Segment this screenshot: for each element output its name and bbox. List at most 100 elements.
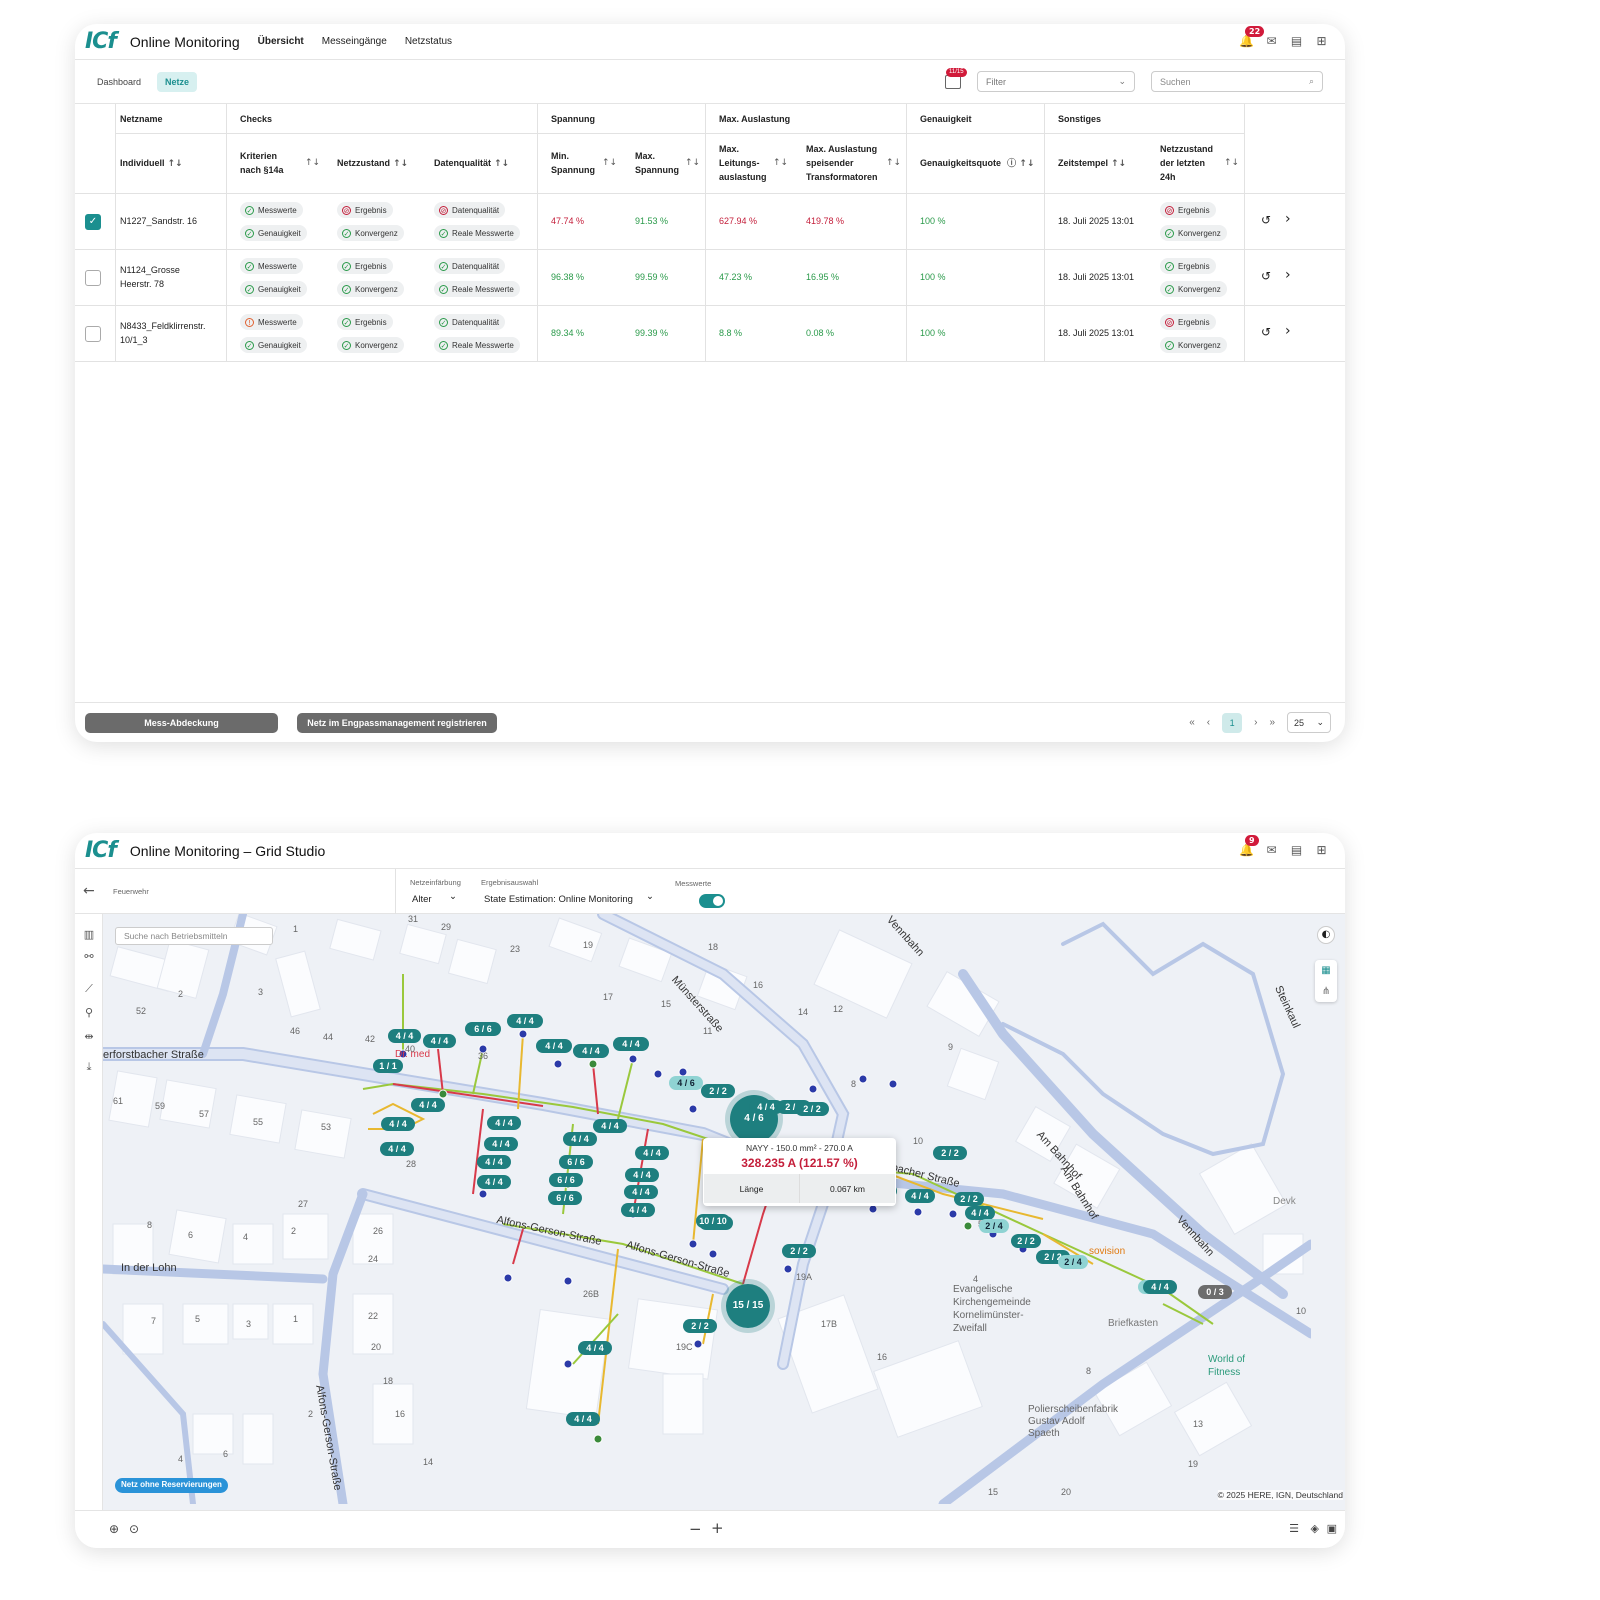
measurement-label[interactable]: 4 / 4 xyxy=(484,1137,518,1151)
mail-icon[interactable]: ✉ xyxy=(1264,33,1279,48)
binoculars-icon[interactable]: ⚯ xyxy=(82,950,96,964)
netzeinfaerbung-select[interactable]: Alter xyxy=(412,894,432,905)
measurement-label[interactable]: 4 / 4 xyxy=(613,1037,649,1051)
chevron-down-icon[interactable]: ⌄ xyxy=(646,891,654,902)
nav-messeingaenge[interactable]: Messeingänge xyxy=(322,36,387,47)
bar-chart-icon[interactable]: ▥ xyxy=(82,928,96,942)
chevron-right-icon[interactable]: › xyxy=(1285,212,1291,226)
measurement-label[interactable]: 4 / 4 xyxy=(621,1203,655,1217)
measurement-label[interactable]: 4 / 4 xyxy=(965,1206,995,1220)
line-chart-icon[interactable]: ⟋ xyxy=(82,982,96,996)
col-kriterien[interactable]: Kriterien nach §14a xyxy=(240,149,284,177)
chevron-right-icon[interactable]: › xyxy=(1285,324,1291,338)
cluster-label[interactable]: 4 / 6 xyxy=(729,1113,779,1124)
measurement-label[interactable]: 6 / 6 xyxy=(548,1191,582,1205)
measurement-label[interactable]: 4 / 4 xyxy=(380,1142,414,1156)
mess-abdeckung-button[interactable]: Mess-Abdeckung xyxy=(85,713,278,733)
measurement-label[interactable]: 4 / 4 xyxy=(635,1146,669,1160)
bell-icon[interactable]: 🔔 9 xyxy=(1239,835,1259,857)
next-page-icon[interactable]: › xyxy=(1254,717,1257,728)
search-input[interactable]: Suchen ⌕ xyxy=(1151,71,1323,92)
measurement-label[interactable]: 4 / 4 xyxy=(624,1185,658,1199)
ergebnisauswahl-select[interactable]: State Estimation: Online Monitoring xyxy=(484,894,633,905)
row-checkbox[interactable] xyxy=(85,326,101,342)
back-arrow-icon[interactable]: ← xyxy=(83,883,95,899)
measurement-label[interactable]: 1 / 1 xyxy=(373,1059,403,1073)
document-icon[interactable]: ▤ xyxy=(1289,842,1304,857)
measurement-label[interactable]: 2 / 2 xyxy=(954,1192,984,1206)
apps-grid-icon[interactable]: ⊞ xyxy=(1314,842,1329,857)
chevron-down-icon[interactable]: ⌄ xyxy=(449,891,457,902)
legend-badge[interactable]: Netz ohne Reservierungen xyxy=(115,1478,228,1493)
cluster-label[interactable]: 15 / 15 xyxy=(723,1300,773,1311)
measurement-label[interactable]: 2 / 2 xyxy=(782,1244,816,1258)
measurement-label[interactable]: 0 / 3 xyxy=(1198,1285,1232,1299)
measurement-label[interactable]: 2 / 4 xyxy=(979,1219,1009,1233)
measurement-label[interactable]: 4 / 4 xyxy=(388,1029,421,1043)
col-datenqualitaet[interactable]: Datenqualität ↑↓ xyxy=(434,156,509,171)
list-icon[interactable]: ☰ xyxy=(1289,1522,1299,1535)
tab-dashboard[interactable]: Dashboard xyxy=(89,72,149,92)
sort-icon[interactable]: ↑↓ xyxy=(602,156,617,170)
measurement-label[interactable]: 2 / 2 xyxy=(795,1102,829,1116)
measurement-label[interactable]: 4 / 4 xyxy=(477,1175,511,1189)
sort-icon[interactable]: ↑↓ xyxy=(773,156,788,170)
apps-grid-icon[interactable]: ⊞ xyxy=(1314,33,1329,48)
measurement-label[interactable]: 4 / 4 xyxy=(566,1412,600,1426)
filter-select[interactable]: Filter ⌄ xyxy=(977,71,1135,92)
measurement-label[interactable]: 6 / 6 xyxy=(465,1022,501,1036)
measurement-label[interactable]: 6 / 6 xyxy=(559,1155,593,1169)
measurement-label[interactable]: 4 / 4 xyxy=(536,1039,572,1053)
measurement-label[interactable]: 6 / 6 xyxy=(549,1173,583,1187)
measurement-label[interactable]: 2 / 2 xyxy=(1011,1234,1041,1248)
engpassmanagement-button[interactable]: Netz im Engpassmanagement registrieren xyxy=(297,713,497,733)
history-icon[interactable]: ↺ xyxy=(1261,213,1271,227)
row-checkbox[interactable] xyxy=(85,270,101,286)
locate-icon[interactable]: ⊙ xyxy=(129,1522,139,1536)
sort-icon[interactable]: ↑↓ xyxy=(305,156,320,170)
measurement-label[interactable]: 4 / 4 xyxy=(381,1117,415,1131)
measurement-label[interactable]: 4 / 4 xyxy=(411,1098,445,1112)
sort-icon[interactable]: ↑↓ xyxy=(1224,156,1239,170)
grid-map[interactable]: erforstbacher Straße Münsterstraße Alfons-… xyxy=(103,914,1345,1510)
zoom-out-icon[interactable]: − xyxy=(689,1520,702,1538)
measurement-label[interactable]: 4 / 4 xyxy=(573,1044,609,1058)
measurement-label[interactable]: 2 / 2 xyxy=(683,1319,717,1333)
palette-icon[interactable]: ◐ xyxy=(1317,926,1335,944)
measurement-label[interactable]: 4 / 4 xyxy=(593,1119,627,1133)
measurement-label[interactable]: 4 / 4 xyxy=(507,1014,543,1028)
calendar-icon[interactable]: 11/15 xyxy=(945,67,967,89)
download-icon[interactable]: ⤓ xyxy=(82,1060,96,1074)
measurement-label[interactable]: 4 / 4 xyxy=(487,1116,521,1130)
measurement-label[interactable]: 4 / 4 xyxy=(423,1034,456,1048)
measurement-label[interactable]: 4 / 4 xyxy=(905,1189,935,1203)
col-min-spannung[interactable]: Min. Spannung xyxy=(551,149,595,177)
col-netzzustand[interactable]: Netzzustand ↑↓ xyxy=(337,156,408,171)
image-icon[interactable]: ▣ xyxy=(1327,1522,1337,1535)
nav-uebersicht[interactable]: Übersicht xyxy=(258,36,304,47)
tree-view-icon[interactable]: ⋔ xyxy=(1315,981,1337,1002)
map-view-icon[interactable]: ▦ xyxy=(1315,960,1337,981)
col-individuell[interactable]: Individuell ↑↓ xyxy=(120,156,183,171)
last-page-icon[interactable]: » xyxy=(1269,717,1275,728)
mail-icon[interactable]: ✉ xyxy=(1264,842,1279,857)
measurement-label[interactable]: 4 / 4 xyxy=(563,1132,597,1146)
measurement-label[interactable]: 2 / 4 xyxy=(1058,1255,1088,1269)
chevron-right-icon[interactable]: › xyxy=(1285,268,1291,282)
col-max-spannung[interactable]: Max. Spannung xyxy=(635,149,679,177)
nav-netzstatus[interactable]: Netzstatus xyxy=(405,36,452,47)
tab-netze[interactable]: Netze xyxy=(157,71,198,92)
betriebsmittel-search-input[interactable]: Suche nach Betriebsmitteln xyxy=(115,927,273,945)
history-icon[interactable]: ↺ xyxy=(1261,325,1271,339)
measurement-label[interactable]: 4 / 4 xyxy=(578,1341,612,1355)
measurement-label[interactable]: 4 / 4 xyxy=(1143,1280,1177,1294)
measurement-label[interactable]: 2 / 2 xyxy=(701,1084,735,1098)
measurement-label[interactable]: 4 / 4 xyxy=(625,1168,659,1182)
row-checkbox[interactable]: ✓ xyxy=(85,214,101,230)
col-max-leitungsauslastung[interactable]: Max. Leitungs-auslastung xyxy=(719,142,767,184)
col-max-trafo[interactable]: Max. Auslastung speisender Transformatoren xyxy=(806,142,878,184)
compare-icon[interactable]: ⇹ xyxy=(82,1030,96,1044)
history-icon[interactable]: ↺ xyxy=(1261,269,1271,283)
bell-icon[interactable]: 🔔 22 xyxy=(1239,26,1265,48)
col-zeitstempel[interactable]: Zeitstempel ↑↓ xyxy=(1058,156,1126,171)
